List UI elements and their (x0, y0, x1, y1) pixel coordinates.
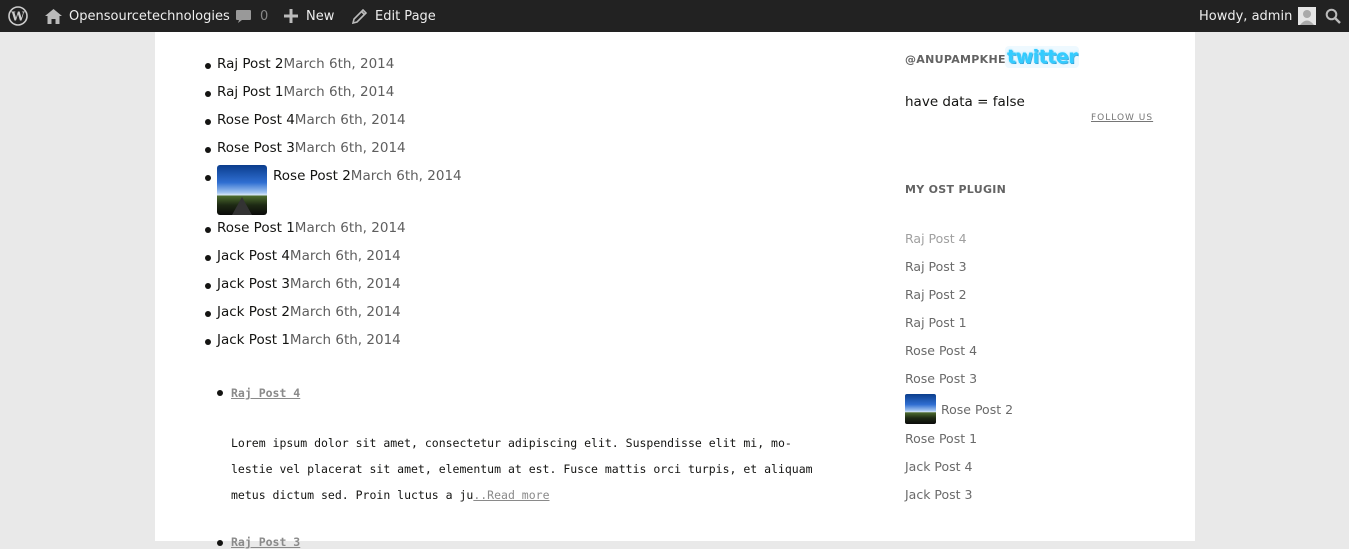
post-date: March 6th, 2014 (283, 56, 395, 72)
post-date: March 6th, 2014 (350, 168, 462, 184)
list-item: Jack Post 2 March 6th, 2014 (205, 304, 401, 320)
post-title-link[interactable]: Raj Post 1 (217, 84, 284, 100)
post-date: March 6th, 2014 (294, 220, 406, 236)
home-icon (45, 8, 62, 24)
post-title-link[interactable]: Jack Post 4 (217, 248, 290, 264)
excerpt-line: Lorem ipsum dolor sit amet, consectetur … (231, 436, 792, 450)
sidebar-item-label[interactable]: Rose Post 2 (941, 402, 1013, 417)
next-excerpt-title-link[interactable]: Raj Post 3 (231, 535, 300, 549)
excerpt-line: lestie vel placerat sit amet, elementum … (231, 462, 813, 476)
page-container: Raj Post 2 March 6th, 2014 Raj Post 1 Marc… (155, 32, 1195, 549)
list-item: Jack Post 1 March 6th, 2014 (205, 332, 401, 348)
twitter-widget-title[interactable]: @ANUPAMPKHER (905, 53, 1015, 66)
wordpress-logo-icon[interactable]: W (8, 0, 28, 32)
comments-link[interactable]: 0 (235, 0, 268, 32)
list-item: Rose Post 1 March 6th, 2014 (205, 220, 406, 236)
post-title-link[interactable]: Rose Post 4 (217, 112, 295, 128)
post-date: March 6th, 2014 (294, 140, 406, 156)
twitter-logo[interactable]: twitter (1005, 46, 1080, 68)
post-title-link[interactable]: Jack Post 3 (217, 276, 290, 292)
excerpt-title-link[interactable]: Raj Post 4 (231, 386, 300, 400)
bullet (205, 311, 211, 317)
post-title-link[interactable]: Rose Post 2 (273, 168, 351, 184)
sidebar-item[interactable]: Rose Post 1 (905, 431, 977, 446)
sidebar-item[interactable]: Raj Post 4 (905, 231, 967, 246)
bullet (205, 63, 211, 69)
bullet (205, 147, 211, 153)
list-item: Raj Post 2 March 6th, 2014 (205, 56, 395, 72)
site-name: Opensourcetechnologies (69, 8, 230, 24)
post-title-link[interactable]: Raj Post 2 (217, 56, 284, 72)
list-item: Raj Post 1 March 6th, 2014 (205, 84, 395, 100)
sidebar-item[interactable]: Raj Post 2 (905, 287, 967, 302)
site-name-link[interactable]: Opensourcetechnologies (45, 0, 230, 32)
pencil-icon (352, 8, 367, 24)
sidebar-item[interactable]: Raj Post 1 (905, 315, 967, 330)
post-date: March 6th, 2014 (283, 84, 395, 100)
edit-page-label: Edit Page (375, 8, 436, 24)
post-date: March 6th, 2014 (289, 276, 401, 292)
sidebar-item[interactable]: Rose Post 4 (905, 343, 977, 358)
list-item: Rose Post 2March 6th, 2014 (205, 165, 462, 215)
avatar (1298, 7, 1317, 25)
howdy-text: Howdy, admin (1199, 8, 1293, 24)
bullet (205, 283, 211, 289)
excerpt-line-text: metus dictum sed. Proin luctus a ju (231, 488, 474, 502)
plugin-widget-title: MY OST PLUGIN (905, 183, 1007, 196)
post-date: March 6th, 2014 (289, 248, 401, 264)
list-item: Rose Post 4 March 6th, 2014 (205, 112, 406, 128)
search-icon[interactable] (1325, 0, 1341, 32)
excerpt-body: Lorem ipsum dolor sit amet, consectetur … (231, 430, 831, 508)
post-date: March 6th, 2014 (289, 332, 401, 348)
bullet (205, 175, 211, 181)
post-title-link[interactable]: Rose Post 1 (217, 220, 295, 236)
admin-bar: W Opensourcetechnologies 0 New Edit Page… (0, 0, 1349, 32)
bullet (205, 227, 211, 233)
list-item: Rose Post 3 March 6th, 2014 (205, 140, 406, 156)
post-title-link[interactable]: Rose Post 3 (217, 140, 295, 156)
bullet (205, 255, 211, 261)
sidebar-item[interactable]: Rose Post 3 (905, 371, 977, 386)
post-thumbnail-image[interactable] (217, 165, 267, 215)
post-date: March 6th, 2014 (289, 304, 401, 320)
sidebar-item-with-thumb[interactable]: Rose Post 2 (905, 394, 1013, 424)
post-date: March 6th, 2014 (294, 112, 406, 128)
post-title-link[interactable]: Jack Post 2 (217, 304, 290, 320)
follow-us-link[interactable]: FOLLOW US (1091, 113, 1153, 123)
sidebar-item[interactable]: Raj Post 3 (905, 259, 967, 274)
sidebar-item[interactable]: Jack Post 3 (905, 487, 973, 502)
sidebar-item[interactable]: Jack Post 4 (905, 459, 973, 474)
new-content-link[interactable]: New (284, 0, 334, 32)
have-data-text: have data = false (905, 94, 1025, 110)
comments-count: 0 (260, 8, 269, 24)
post-title-link[interactable]: Jack Post 1 (217, 332, 290, 348)
excerpt-line-last: metus dictum sed. Proin luctus a ju..Rea… (231, 482, 831, 508)
bullet (217, 390, 223, 396)
bullet (205, 339, 211, 345)
account-menu[interactable]: Howdy, admin (1199, 0, 1317, 32)
read-more-link[interactable]: ..Read more (473, 488, 549, 502)
bullet (205, 91, 211, 97)
sidebar-thumbnail-image[interactable] (905, 394, 936, 424)
edit-page-link[interactable]: Edit Page (352, 0, 436, 32)
list-item: Jack Post 4 March 6th, 2014 (205, 248, 401, 264)
list-item: Jack Post 3 March 6th, 2014 (205, 276, 401, 292)
comment-bubble-icon (235, 9, 252, 24)
svg-text:W: W (10, 10, 25, 24)
plus-icon (284, 9, 298, 23)
bullet (205, 119, 211, 125)
new-label: New (306, 8, 335, 24)
